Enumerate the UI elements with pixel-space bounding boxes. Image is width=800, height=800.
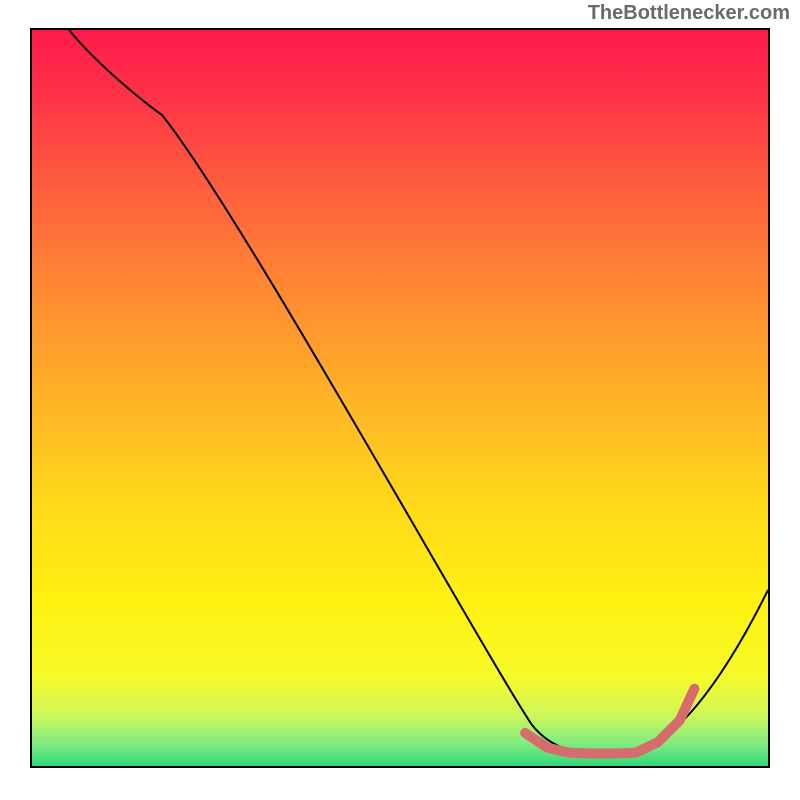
gradient-background — [32, 30, 768, 766]
plot-area — [30, 28, 770, 768]
chart-container: { "attribution": "TheBottlenecker.com", … — [0, 0, 800, 800]
attribution-label: TheBottlenecker.com — [588, 2, 790, 25]
chart-svg — [32, 30, 768, 766]
